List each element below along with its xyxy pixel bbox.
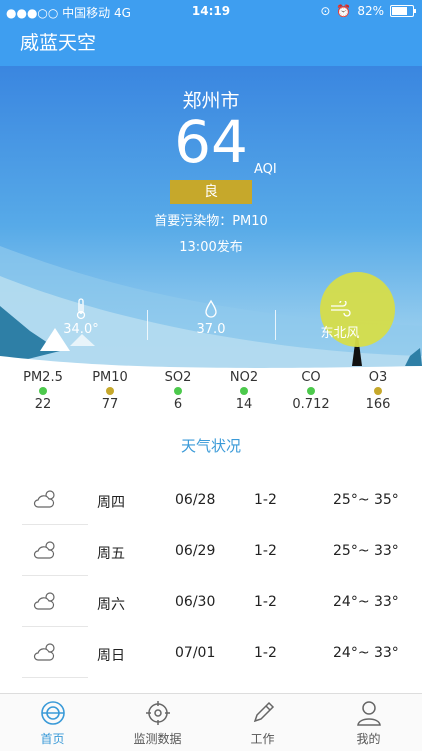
row-divider — [22, 677, 88, 678]
tab-label: 工作 — [250, 732, 275, 746]
pollutant-pm10[interactable]: PM10 77 — [75, 370, 145, 412]
pollutant-value: 77 — [101, 397, 119, 412]
partly-cloudy-icon — [33, 490, 55, 508]
forecast-temp: 24°~ 33° — [333, 594, 399, 610]
pollutant-co[interactable]: CO 0.712 — [276, 370, 346, 412]
published-time: 13:00发布 — [179, 240, 243, 255]
nav-bar: 威蓝天空 — [0, 22, 422, 66]
battery-percent: 82% — [357, 4, 384, 18]
forecast-day: 周六 — [97, 597, 125, 613]
target-icon — [145, 701, 170, 725]
aqi-level-badge: 良 — [170, 180, 252, 204]
pollutant-value: 14 — [235, 397, 253, 412]
partly-cloudy-icon — [33, 643, 55, 661]
pollutant-level-dot — [307, 387, 315, 395]
pollutant-name: PM2.5 — [23, 370, 63, 385]
status-icons: ⊙ ⏰ 82% — [320, 4, 416, 18]
forecast-wind: 1-2 — [254, 594, 277, 610]
bottom-tab-bar: 首页 监测数据 工作 我的 — [0, 693, 422, 751]
forecast-wind: 1-2 — [254, 645, 277, 661]
pollutant-name: SO2 — [164, 370, 192, 385]
pollutant-pm25[interactable]: PM2.5 22 — [8, 370, 78, 412]
tab-monitoring[interactable]: 监测数据 — [105, 694, 210, 751]
aqi-hero: 郑州市 64 AQI 良 首要污染物：PM10 13:00发布 34.0° 37… — [0, 66, 422, 386]
forecast-date: 06/28 — [175, 492, 216, 508]
aqi-unit: AQI — [254, 162, 277, 177]
thermometer-icon — [76, 298, 86, 320]
temperature-cell: 34.0° — [11, 296, 151, 337]
partly-cloudy-icon — [33, 541, 55, 559]
status-bar: ●●●○○ 中国移动 4G 14:19 ⊙ ⏰ 82% — [0, 0, 422, 22]
pollutant-level-dot — [106, 387, 114, 395]
app-title: 威蓝天空 — [20, 32, 97, 54]
user-icon — [356, 701, 381, 726]
pollutant-name: PM10 — [92, 370, 128, 385]
pollutant-o3[interactable]: O3 166 — [343, 370, 413, 412]
tab-work[interactable]: 工作 — [210, 694, 315, 751]
partly-cloudy-icon — [33, 592, 55, 610]
tab-home[interactable]: 首页 — [0, 694, 105, 751]
forecast-day: 周四 — [97, 495, 125, 511]
forecast-row[interactable]: 周五 06/29 1-2 25°~ 33° — [0, 525, 422, 576]
forecast-date: 06/29 — [175, 543, 216, 559]
pollutant-value: 6 — [173, 397, 183, 412]
pollutant-list: PM2.5 22 PM10 77 SO2 6 NO2 14 CO 0.712 O… — [0, 370, 422, 420]
forecast-row[interactable]: 周四 06/28 1-2 25°~ 35° — [0, 474, 422, 525]
pencil-icon — [253, 701, 274, 723]
battery-icon — [390, 5, 416, 17]
temperature-value: 34.0° — [63, 322, 99, 337]
pollutant-name: CO — [301, 370, 321, 385]
forecast-temp: 24°~ 33° — [333, 645, 399, 661]
forecast-wind: 1-2 — [254, 543, 277, 559]
forecast-temp: 25°~ 33° — [333, 543, 399, 559]
pollutant-value: 22 — [34, 397, 52, 412]
pollutant-value: 166 — [365, 397, 391, 412]
forecast-temp: 25°~ 35° — [333, 492, 399, 508]
pollutant-no2[interactable]: NO2 14 — [209, 370, 279, 412]
current-weather-row: 34.0° 37.0 东北风 — [0, 296, 422, 348]
humidity-cell: 37.0 — [141, 296, 281, 337]
wind-icon — [331, 301, 351, 317]
pollutant-value: 0.712 — [292, 397, 330, 412]
tab-label: 我的 — [356, 732, 381, 746]
forecast-day: 周五 — [97, 546, 125, 562]
orientation-lock-icon: ⊙ — [320, 4, 331, 18]
aqi-value: 64 — [174, 108, 248, 176]
primary-pollutant: 首要污染物：PM10 — [154, 214, 268, 229]
forecast-row[interactable]: 周六 06/30 1-2 24°~ 33° — [0, 576, 422, 627]
forecast-section-title: 天气状况 — [180, 437, 241, 455]
pollutant-name: NO2 — [229, 370, 259, 385]
forecast-row[interactable]: 周日 07/01 1-2 24°~ 33° — [0, 627, 422, 678]
pollutant-level-dot — [39, 387, 47, 395]
tab-profile[interactable]: 我的 — [316, 694, 421, 751]
forecast-day: 周日 — [97, 648, 125, 664]
pollutant-level-dot — [240, 387, 248, 395]
humidity-value: 37.0 — [196, 322, 226, 337]
pollutant-so2[interactable]: SO2 6 — [143, 370, 213, 412]
forecast-wind: 1-2 — [254, 492, 277, 508]
tab-label: 监测数据 — [133, 732, 182, 746]
humidity-drop-icon — [205, 299, 217, 318]
pollutant-level-dot — [374, 387, 382, 395]
alarm-icon: ⏰ — [336, 4, 352, 18]
pollutant-name: O3 — [368, 370, 388, 385]
tab-label: 首页 — [40, 732, 65, 746]
pollutant-level-dot — [174, 387, 182, 395]
home-icon — [40, 701, 65, 725]
forecast-date: 07/01 — [175, 645, 216, 661]
forecast-list: 周四 06/28 1-2 25°~ 35° 周五 06/29 1-2 25°~ … — [0, 474, 422, 678]
wind-cell: 东北风 — [270, 296, 410, 341]
forecast-date: 06/30 — [175, 594, 216, 610]
wind-direction: 东北风 — [320, 326, 360, 341]
